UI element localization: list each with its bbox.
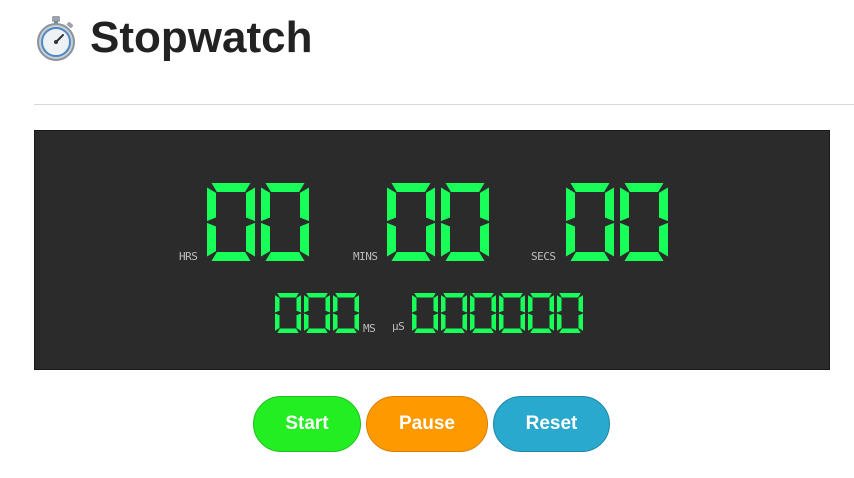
page-header: Stopwatch	[34, 10, 312, 66]
ms-unit-label: MS	[363, 322, 376, 335]
hours-digit	[261, 183, 309, 261]
stopwatch-display: HRS MINS SECS MS µS	[34, 130, 830, 370]
us-unit-label: µS	[392, 320, 405, 333]
milliseconds-digit	[333, 293, 359, 333]
seconds-digit	[620, 183, 668, 261]
microseconds-digit	[412, 293, 438, 333]
microseconds-digit	[499, 293, 525, 333]
hours-unit-label: HRS	[179, 250, 198, 263]
start-button[interactable]: Start	[253, 396, 361, 452]
microseconds-digit	[557, 293, 583, 333]
hours-digit	[207, 183, 255, 261]
divider	[34, 104, 854, 105]
pause-button[interactable]: Pause	[366, 396, 488, 452]
stopwatch-icon	[37, 16, 75, 61]
reset-button[interactable]: Reset	[493, 396, 610, 452]
minutes-unit-label: MINS	[353, 250, 378, 263]
minutes-digit	[441, 183, 489, 261]
seconds-digit	[566, 183, 614, 261]
microseconds-digit	[528, 293, 554, 333]
seconds-unit-label: SECS	[531, 250, 556, 263]
microseconds-digit	[470, 293, 496, 333]
milliseconds-digit	[304, 293, 330, 333]
digit-readout	[207, 183, 668, 333]
microseconds-digit	[441, 293, 467, 333]
milliseconds-digit	[275, 293, 301, 333]
page-title: Stopwatch	[90, 13, 313, 62]
minutes-digit	[387, 183, 435, 261]
